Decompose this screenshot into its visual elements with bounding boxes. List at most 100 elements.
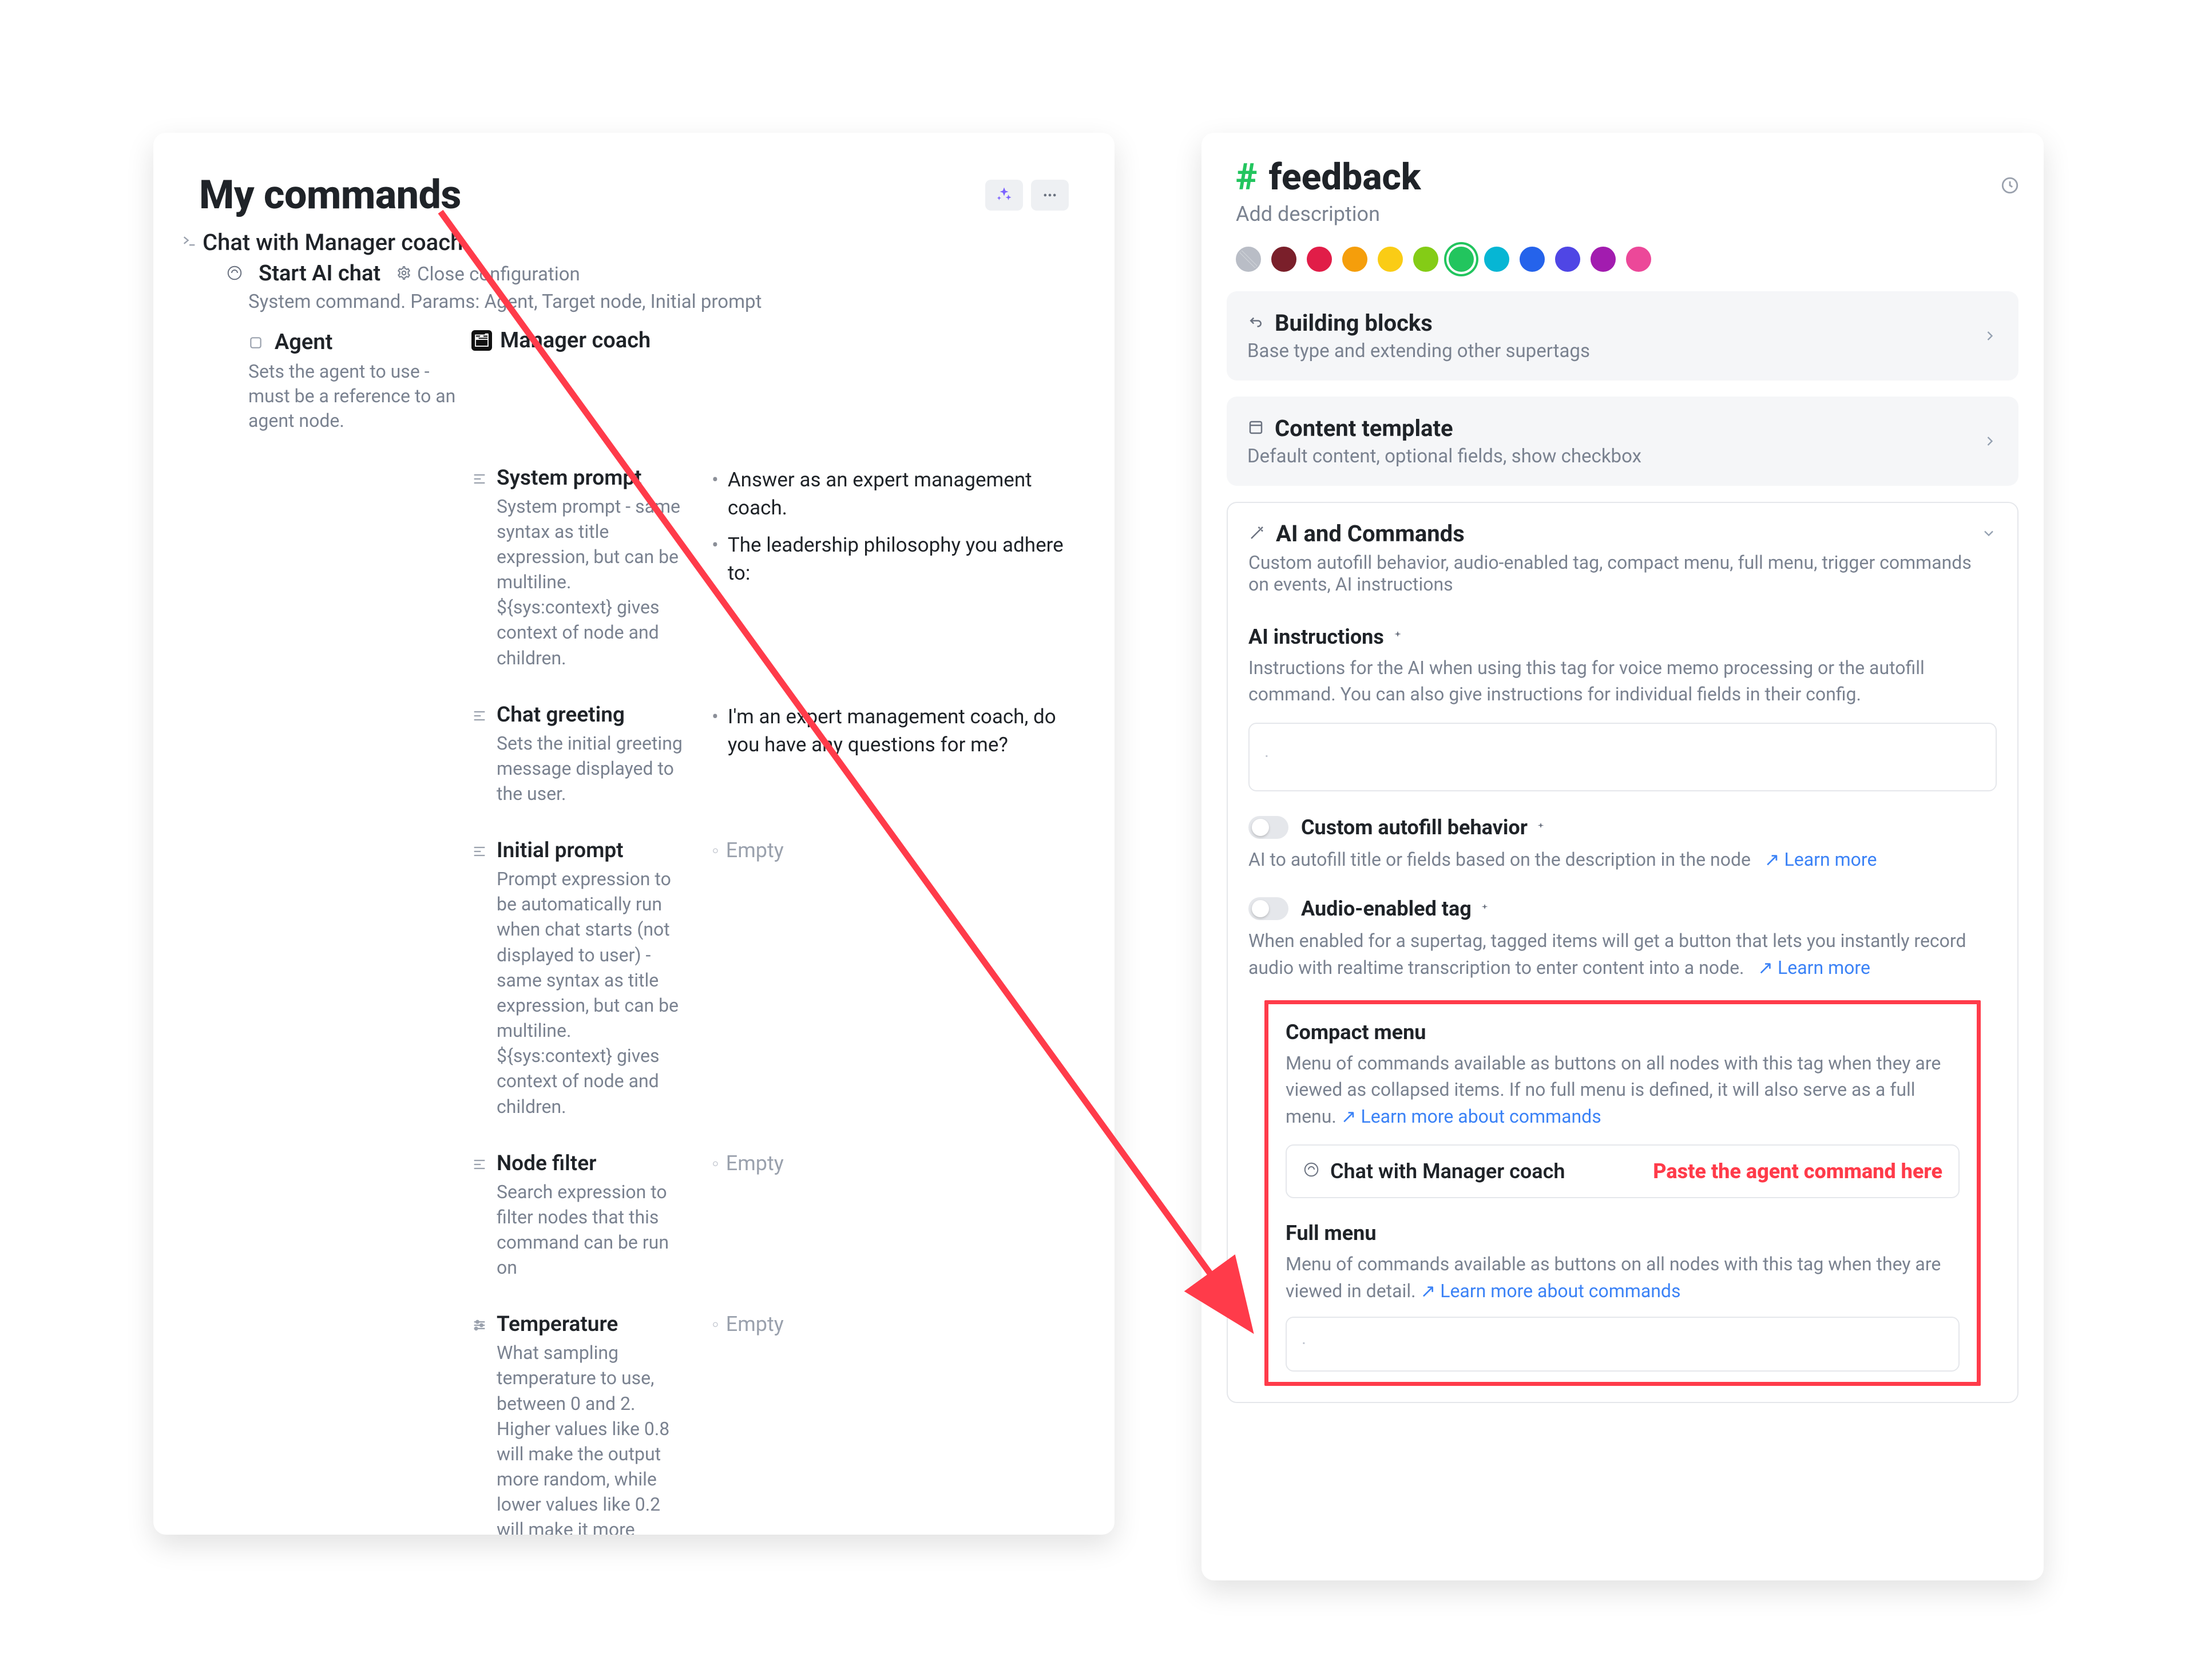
section-ai-and-commands: AI and Commands Custom autofill behavior… (1227, 502, 2018, 1403)
agent-avatar-icon: 🗂 (471, 330, 492, 351)
full-menu-title: Full menu (1286, 1221, 1960, 1245)
close-configuration-chip[interactable]: Close configuration (396, 263, 580, 286)
template-icon (1247, 415, 1264, 442)
root-command-item[interactable]: Chat with Manager coach (203, 229, 1069, 256)
audio-tag-title: Audio-enabled tag (1301, 897, 1472, 921)
color-swatch[interactable] (1555, 247, 1580, 272)
compact-menu-title: Compact menu (1286, 1020, 1960, 1044)
compact-menu-command[interactable]: Chat with Manager coach Paste the agent … (1286, 1144, 1960, 1198)
audio-tag-learn-more-text: Learn more (1778, 957, 1870, 978)
color-swatch[interactable] (1626, 247, 1651, 272)
agent-value-text: Manager coach (500, 328, 651, 353)
system-command-note: System command. Params: Agent, Target no… (203, 291, 1069, 313)
color-swatch[interactable] (1236, 247, 1261, 272)
gear-icon (396, 263, 411, 286)
color-swatch[interactable] (1484, 247, 1509, 272)
initial-prompt-value[interactable]: Empty (712, 838, 784, 862)
color-palette (1201, 226, 2044, 275)
section-content-template[interactable]: Content template Default content, option… (1227, 397, 2018, 486)
more-icon (1042, 182, 1058, 209)
tag-config-panel: # feedback Add description Building bloc… (1201, 133, 2044, 1580)
full-menu-learn-more-link[interactable]: ↗ Learn more about commands (1420, 1280, 1680, 1302)
close-configuration-label: Close configuration (417, 263, 580, 286)
ai-instructions-input[interactable]: · (1248, 723, 1997, 791)
more-button[interactable] (1031, 180, 1069, 211)
tag-title[interactable]: feedback (1269, 156, 1421, 199)
color-swatch[interactable] (1413, 247, 1438, 272)
custom-autofill-learn-more-link[interactable]: ↗ Learn more (1764, 849, 1877, 870)
ai-instructions-desc: Instructions for the AI when using this … (1248, 655, 1997, 708)
color-swatch[interactable] (1520, 247, 1545, 272)
slider-icon (471, 1312, 491, 1339)
section-building-blocks[interactable]: Building blocks Base type and extending … (1227, 291, 2018, 381)
agent-field-icon (248, 329, 263, 344)
chat-greeting-desc: Sets the initial greeting message displa… (497, 731, 691, 806)
chat-greeting-label: Chat greeting (497, 703, 700, 727)
ai-instructions-title: AI instructions (1248, 625, 1384, 649)
content-template-desc: Default content, optional fields, show c… (1247, 445, 1641, 467)
initial-prompt-label: Initial prompt (497, 838, 700, 863)
custom-autofill-toggle[interactable] (1248, 816, 1288, 839)
external-icon: ↗ (1758, 957, 1773, 978)
node-filter-label: Node filter (497, 1151, 700, 1176)
custom-autofill-title: Custom autofill behavior (1301, 815, 1528, 839)
color-swatch[interactable] (1307, 247, 1332, 272)
text-icon (471, 703, 491, 730)
turn-icon (1247, 310, 1264, 336)
sparkle-icon (1391, 625, 1405, 649)
wand-icon (1248, 520, 1266, 547)
color-swatch[interactable] (1378, 247, 1403, 272)
sparkle-icon (1478, 897, 1491, 921)
start-ai-chat-label[interactable]: Start AI chat (259, 261, 380, 286)
chat-greeting-value[interactable]: I'm an expert management coach, do you h… (712, 703, 1069, 768)
node-filter-value[interactable]: Empty (712, 1151, 784, 1175)
color-swatch[interactable] (1591, 247, 1616, 272)
custom-autofill-desc: AI to autofill title or fields based on … (1248, 849, 1751, 870)
system-prompt-desc: System prompt - same syntax as title exp… (497, 494, 691, 671)
sparkle-button[interactable] (985, 180, 1023, 211)
full-menu-learn-more-text: Learn more about commands (1440, 1280, 1680, 1302)
ai-commands-title[interactable]: AI and Commands (1276, 520, 1465, 547)
temperature-desc: What sampling temperature to use, betwee… (497, 1340, 691, 1535)
clock-icon[interactable] (2000, 174, 2020, 201)
content-template-title: Content template (1275, 415, 1453, 442)
system-prompt-bullet-2: The leadership philosophy you adhere to: (728, 531, 1069, 587)
agent-label: Agent (275, 330, 332, 355)
color-swatch[interactable] (1342, 247, 1367, 272)
full-menu-input[interactable]: · (1286, 1317, 1960, 1372)
audio-tag-learn-more-link[interactable]: ↗ Learn more (1758, 957, 1870, 978)
text-icon (471, 466, 491, 493)
compact-menu-learn-more-text: Learn more about commands (1361, 1106, 1601, 1127)
ai-chat-icon (1303, 1159, 1320, 1183)
external-icon: ↗ (1341, 1106, 1357, 1127)
building-blocks-desc: Base type and extending other supertags (1247, 340, 1590, 362)
temperature-value[interactable]: Empty (712, 1312, 784, 1336)
color-swatch[interactable] (1449, 247, 1474, 272)
ai-chat-icon (222, 260, 247, 286)
compact-menu-learn-more-link[interactable]: ↗ Learn more about commands (1341, 1106, 1601, 1127)
external-icon: ↗ (1420, 1280, 1435, 1302)
chevron-right-icon (1982, 428, 1998, 455)
color-swatch[interactable] (1271, 247, 1296, 272)
node-filter-desc: Search expression to filter nodes that t… (497, 1179, 691, 1281)
hash-icon: # (1236, 156, 1258, 199)
building-blocks-title: Building blocks (1275, 310, 1433, 336)
add-description[interactable]: Add description (1236, 202, 2009, 226)
chevron-down-icon[interactable] (1981, 520, 1997, 547)
external-icon: ↗ (1764, 849, 1780, 870)
system-prompt-bullet-1: Answer as an expert management coach. (728, 466, 1069, 522)
sparkle-icon (996, 182, 1013, 209)
terminal-icon (176, 229, 203, 248)
system-prompt-label: System prompt (497, 466, 700, 490)
agent-value[interactable]: 🗂 Manager coach (471, 328, 700, 353)
sparkle-icon (1534, 815, 1547, 839)
system-prompt-value[interactable]: Answer as an expert management coach. Th… (712, 466, 1069, 596)
audio-tag-toggle[interactable] (1248, 897, 1288, 920)
compact-full-menu-highlight: Compact menu Menu of commands available … (1264, 1000, 1981, 1386)
temperature-label: Temperature (497, 1312, 700, 1337)
ai-instructions-placeholder: · (1264, 747, 1269, 767)
compact-menu-command-label: Chat with Manager coach (1330, 1159, 1565, 1183)
initial-prompt-desc: Prompt expression to be automatically ru… (497, 866, 691, 1119)
text-icon (471, 838, 491, 865)
my-commands-panel: My commands Ch (153, 133, 1115, 1535)
